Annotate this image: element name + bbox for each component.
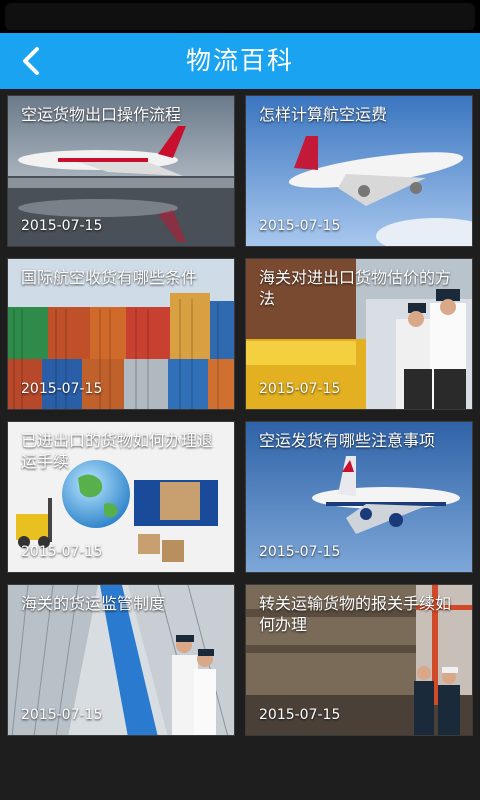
article-date: 2015-07-15 (259, 218, 341, 234)
article-title: 转关运输货物的报关手续如何办理 (259, 594, 452, 634)
article-date: 2015-07-15 (21, 218, 103, 234)
app-header: 物流百科 (0, 33, 480, 89)
article-card-1[interactable]: 空运货物出口操作流程 2015-07-15 (7, 95, 235, 247)
page-title: 物流百科 (185, 46, 294, 75)
article-card-2[interactable]: 怎样计算航空运费 2015-07-15 (245, 95, 473, 247)
article-date: 2015-07-15 (259, 381, 341, 397)
article-date: 2015-07-15 (21, 544, 103, 560)
article-grid: 空运货物出口操作流程 2015-07-15 怎样计算航空运费 2015-07-1… (0, 89, 480, 800)
article-card-6[interactable]: 空运发货有哪些注意事项 2015-07-15 (245, 421, 473, 573)
article-title: 海关对进出口货物估价的方法 (259, 268, 452, 308)
back-button[interactable] (12, 41, 52, 81)
article-title: 已进出口的货物如何办理退运手续 (21, 431, 214, 471)
article-card-3[interactable]: 国际航空收货有哪些条件 2015-07-15 (7, 258, 235, 410)
article-card-5[interactable]: 已进出口的货物如何办理退运手续 2015-07-15 (7, 421, 235, 573)
article-title: 国际航空收货有哪些条件 (21, 268, 198, 287)
article-card-7[interactable]: 海关的货运监管制度 2015-07-15 (7, 584, 235, 736)
article-title: 空运货物出口操作流程 (21, 105, 182, 124)
status-bar-pill (5, 3, 475, 30)
status-bar (0, 0, 480, 33)
article-date: 2015-07-15 (259, 707, 341, 723)
article-title: 怎样计算航空运费 (259, 105, 388, 124)
article-card-4[interactable]: 海关对进出口货物估价的方法 2015-07-15 (245, 258, 473, 410)
article-title: 海关的货运监管制度 (21, 594, 166, 613)
article-date: 2015-07-15 (259, 544, 341, 560)
article-title: 空运发货有哪些注意事项 (259, 431, 436, 450)
article-date: 2015-07-15 (21, 707, 103, 723)
article-card-8[interactable]: 转关运输货物的报关手续如何办理 2015-07-15 (245, 584, 473, 736)
chevron-left-icon (23, 47, 39, 75)
article-date: 2015-07-15 (21, 381, 103, 397)
